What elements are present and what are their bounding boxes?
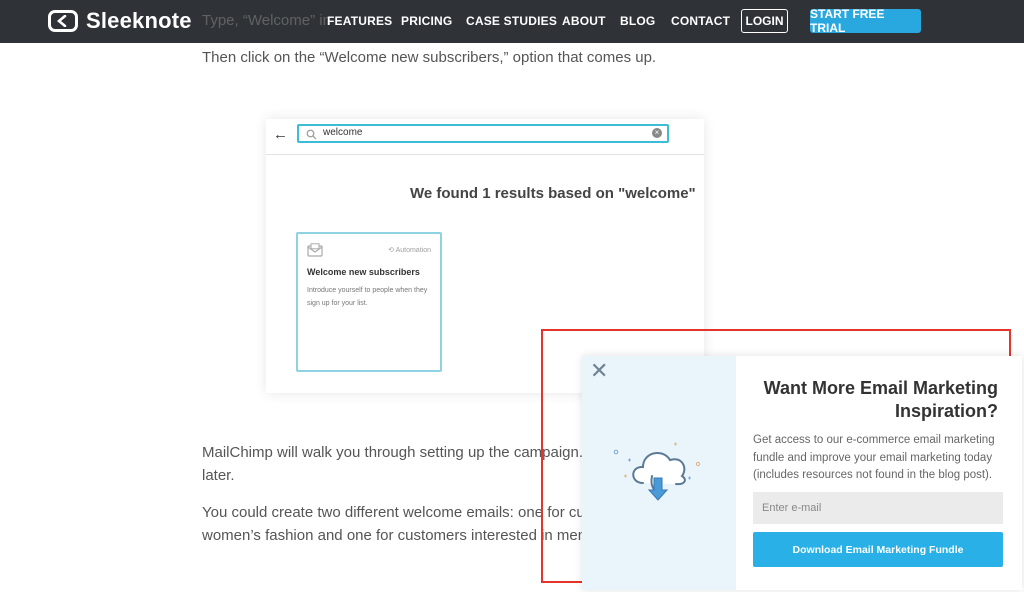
nav-blog[interactable]: BLOG (620, 14, 655, 28)
email-capture-popup: ✕ Want More Email Marketing Inspiration?… (582, 356, 1022, 590)
screenshot-search-header: ← welcome × (266, 119, 704, 155)
envelope-icon (307, 243, 323, 262)
automation-tag: ⟲ Automation (388, 246, 431, 254)
nav-contact[interactable]: CONTACT (671, 14, 730, 28)
search-icon (306, 127, 317, 145)
close-icon[interactable]: ✕ (590, 360, 608, 382)
nav-about[interactable]: ABOUT (562, 14, 606, 28)
popup-title-line: Inspiration? (895, 401, 998, 421)
hidden-article-text: Type, “Welcome” in (202, 12, 331, 29)
article-paragraph-line: later. (202, 467, 235, 484)
popup-description: Get access to our e-commerce email marke… (753, 434, 995, 481)
back-arrow-icon: ← (273, 126, 288, 143)
screenshot-search-box: welcome × (297, 124, 669, 143)
search-value: welcome (323, 127, 363, 138)
clear-search-icon: × (652, 128, 662, 138)
refresh-icon: ⟲ (388, 247, 396, 254)
article-paragraph: Then click on the “Welcome new subscribe… (202, 49, 657, 66)
cloud-download-icon (608, 438, 708, 515)
email-field[interactable] (753, 492, 1003, 524)
login-button[interactable]: LOGIN (741, 9, 788, 33)
card-description: Introduce yourself to people when they s… (307, 287, 428, 307)
top-nav-bar: Sleeknote Type, “Welcome” in FEATURES PR… (0, 0, 1024, 43)
card-title: Welcome new subscribers (307, 267, 420, 277)
automation-tag-label: Automation (395, 247, 431, 254)
results-title: We found 1 results based on "welcome" (410, 185, 696, 202)
popup-title: Want More Email Marketing Inspiration? (748, 377, 998, 423)
popup-illustration-panel: ✕ (582, 356, 736, 590)
logo-text: Sleeknote (86, 8, 192, 33)
logo-mark-icon (48, 10, 78, 32)
sleeknote-logo[interactable]: Sleeknote (48, 8, 192, 34)
start-free-trial-button[interactable]: START FREE TRIAL (810, 7, 921, 35)
nav-pricing[interactable]: PRICING (401, 14, 452, 28)
download-fundle-button[interactable]: Download Email Marketing Fundle (753, 532, 1003, 567)
nav-features[interactable]: FEATURES (327, 14, 392, 28)
popup-title-line: Want More Email Marketing (763, 378, 998, 398)
result-card: ⟲ Automation Welcome new subscribers Int… (296, 232, 442, 372)
nav-case-studies[interactable]: CASE STUDIES (466, 14, 557, 28)
